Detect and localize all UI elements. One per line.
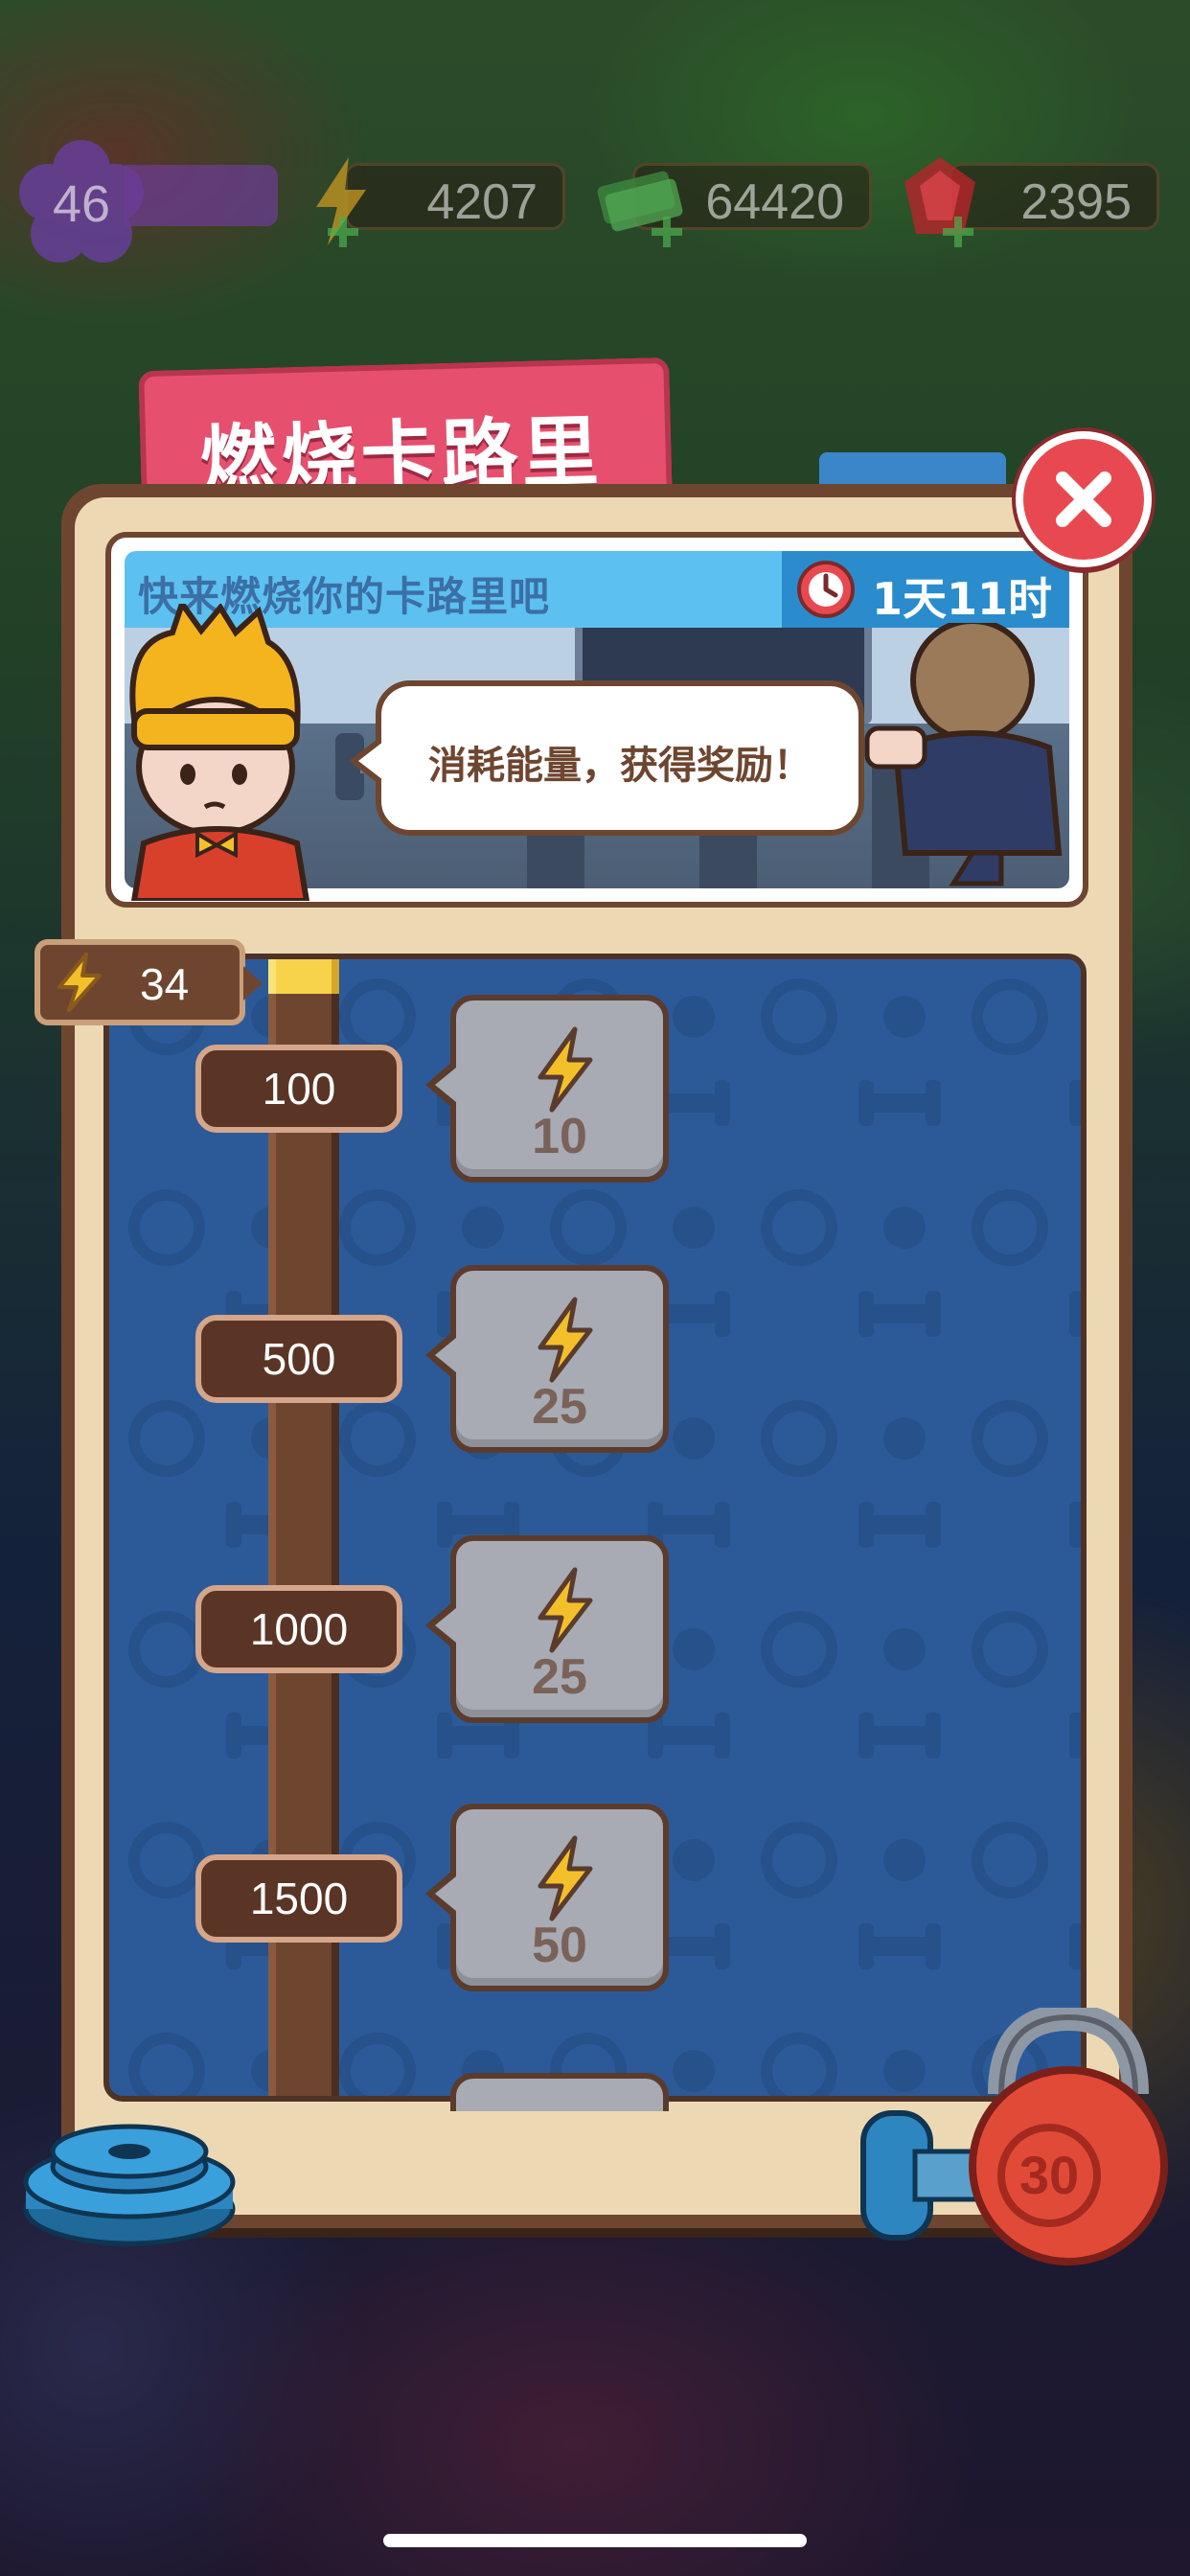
event-timer: 1天11时 — [782, 551, 1069, 628]
gem-value: 2395 — [1020, 174, 1132, 230]
reward-amount: 10 — [532, 1109, 587, 1164]
milestone-reward-box[interactable]: 10 — [425, 995, 669, 1183]
add-gem-icon[interactable] — [939, 213, 977, 251]
clock-icon — [797, 561, 855, 618]
progress-fill — [268, 959, 339, 994]
reward-amount: 25 — [532, 1379, 587, 1435]
close-button[interactable] — [1016, 431, 1152, 567]
milestone-threshold: 1500 — [195, 1854, 402, 1943]
milestone-threshold: 500 — [195, 1315, 402, 1403]
energy-bolt-icon — [57, 953, 102, 1012]
npc-character — [864, 623, 1063, 886]
milestone-reward-box[interactable]: 25 — [425, 1535, 669, 1723]
current-energy-tag: 34 — [34, 939, 263, 1025]
energy-bolt-icon — [538, 1026, 593, 1113]
milestone-reward-box[interactable]: 50 — [425, 1804, 669, 1991]
energy-bolt-icon — [538, 1567, 593, 1653]
timer-text: 1天11时 — [872, 573, 1053, 625]
kettlebell-label: 30 — [1019, 2145, 1079, 2205]
weight-plates-icon — [23, 2124, 236, 2246]
cash-value: 64420 — [705, 174, 844, 230]
milestone-reward-box-partial[interactable] — [450, 2073, 669, 2111]
top-hud: 46 4207 64420 2395 — [0, 134, 1190, 263]
energy-bolt-icon — [538, 1297, 593, 1383]
hero-character — [129, 604, 310, 901]
milestone-reward-box[interactable]: 25 — [425, 1265, 669, 1453]
milestone-threshold: 100 — [195, 1045, 402, 1133]
current-energy-value: 34 — [140, 959, 190, 1009]
add-energy-icon[interactable] — [324, 213, 362, 251]
speech-bubble: 消耗能量，获得奖励！ — [349, 680, 864, 836]
milestone-threshold: 1000 — [195, 1585, 402, 1673]
close-icon — [1056, 472, 1111, 527]
energy-bolt-icon — [538, 1835, 593, 1921]
reward-amount: 25 — [532, 1649, 587, 1705]
speech-text: 消耗能量，获得奖励！ — [428, 744, 812, 788]
kettlebell-icon: 30 — [860, 2008, 1168, 2266]
reward-amount: 50 — [532, 1918, 587, 1973]
home-indicator[interactable] — [383, 2534, 807, 2547]
energy-value: 4207 — [426, 174, 538, 230]
xp-bar — [125, 165, 278, 226]
add-cash-icon[interactable] — [648, 213, 686, 251]
